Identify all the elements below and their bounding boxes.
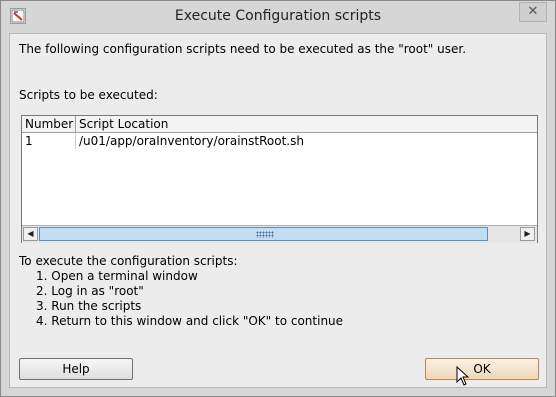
horizontal-scrollbar[interactable]: ◀ ▶ bbox=[22, 225, 537, 243]
instruction-step: 2. Log in as "root" bbox=[36, 284, 144, 298]
scroll-right-button[interactable]: ▶ bbox=[520, 227, 535, 241]
table-header: Number Script Location bbox=[22, 116, 537, 133]
scroll-left-button[interactable]: ◀ bbox=[23, 227, 38, 241]
dialog-content: The following configuration scripts need… bbox=[9, 33, 547, 388]
instructions-heading: To execute the configuration scripts: bbox=[19, 254, 238, 268]
scripts-label: Scripts to be executed: bbox=[19, 88, 158, 102]
column-header-number[interactable]: Number bbox=[22, 116, 76, 132]
cell-number: 1 bbox=[22, 133, 76, 149]
scroll-left-icon: ◀ bbox=[27, 229, 34, 238]
instruction-step: 1. Open a terminal window bbox=[36, 269, 198, 283]
table-row[interactable]: 1 /u01/app/oraInventory/orainstRoot.sh bbox=[22, 133, 537, 149]
scroll-right-icon: ▶ bbox=[524, 229, 531, 238]
intro-text: The following configuration scripts need… bbox=[19, 42, 467, 56]
scrollbar-thumb[interactable] bbox=[39, 227, 488, 241]
grip-icon bbox=[256, 231, 274, 238]
ok-button[interactable]: OK bbox=[425, 358, 539, 380]
close-icon: ✕ bbox=[527, 4, 539, 19]
scripts-table: Number Script Location 1 /u01/app/oraInv… bbox=[21, 115, 538, 243]
instruction-step: 3. Run the scripts bbox=[36, 299, 142, 313]
window-title: Execute Configuration scripts bbox=[174, 8, 382, 24]
title-bar[interactable]: Execute Configuration scripts ✕ bbox=[1, 1, 555, 33]
help-button[interactable]: Help bbox=[19, 358, 133, 380]
dialog-window: Execute Configuration scripts ✕ The foll… bbox=[0, 0, 556, 397]
cell-script-location: /u01/app/oraInventory/orainstRoot.sh bbox=[79, 134, 304, 148]
column-header-script-location[interactable]: Script Location bbox=[76, 116, 537, 132]
instruction-step: 4. Return to this window and click "OK" … bbox=[36, 314, 344, 328]
close-button[interactable]: ✕ bbox=[519, 2, 547, 22]
mouse-pointer-icon bbox=[456, 366, 470, 386]
